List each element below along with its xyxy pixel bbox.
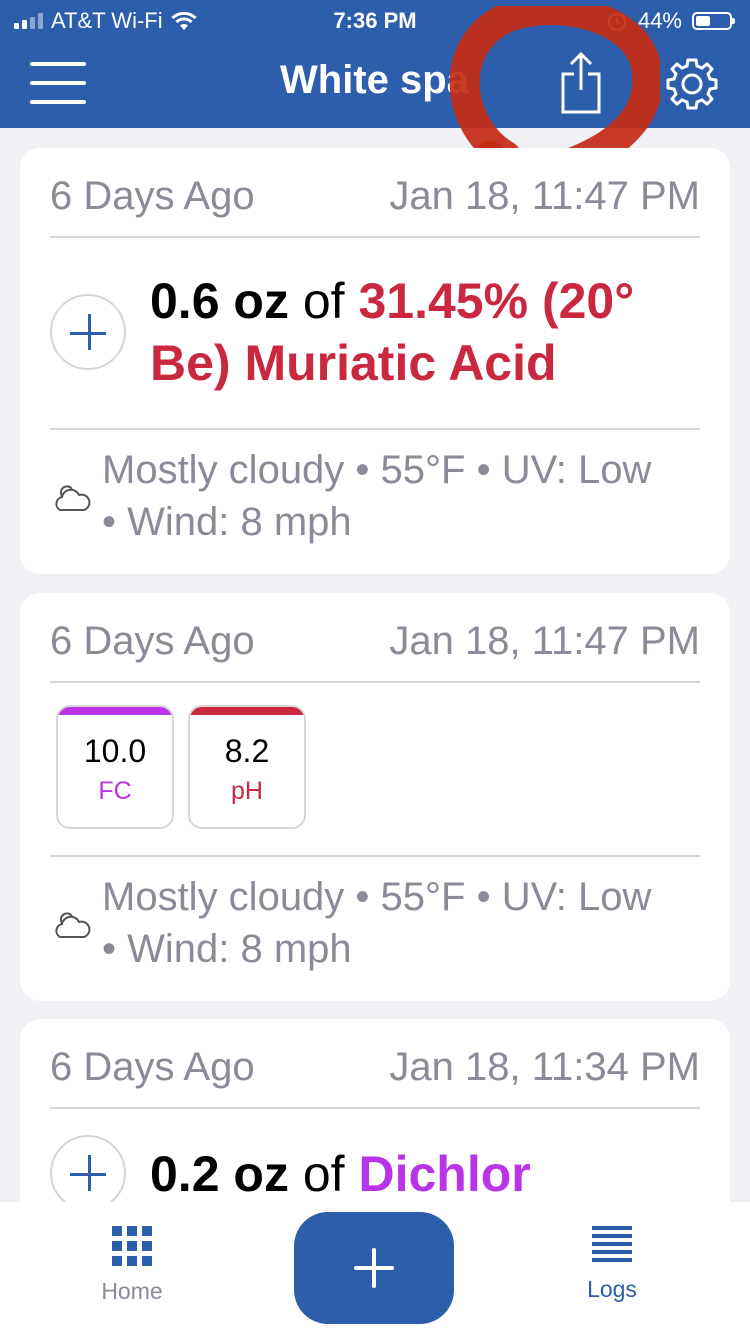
page-title: White spa	[280, 58, 469, 102]
dose-amount: 0.6 oz	[150, 273, 289, 329]
log-card[interactable]: 6 Days Ago Jan 18, 11:47 PM 0.6 oz of 31…	[20, 148, 730, 574]
relative-time: 6 Days Ago	[50, 619, 255, 663]
dose-text: 0.2 oz of Dichlor	[150, 1143, 710, 1205]
weather-text: Mostly cloudy • 55°F • UV: Low • Wind: 8…	[102, 444, 712, 548]
divider	[50, 428, 700, 430]
chemical-name: Dichlor	[358, 1146, 531, 1202]
dose-of: of	[302, 273, 345, 329]
grid-icon	[112, 1226, 152, 1266]
reading-value: 10.0	[83, 733, 147, 769]
status-right: 44%	[606, 8, 735, 34]
log-card[interactable]: 6 Days Ago Jan 18, 11:47 PM 10.0 FC 8.2 …	[20, 593, 730, 1001]
divider	[50, 855, 700, 857]
card-header: 6 Days Ago Jan 18, 11:47 PM	[50, 174, 700, 222]
card-header: 6 Days Ago Jan 18, 11:34 PM	[50, 1045, 700, 1093]
navigation-bar: White spa	[0, 40, 750, 128]
menu-icon[interactable]	[30, 62, 86, 104]
battery-percent: 44%	[637, 8, 682, 33]
reading-label: pH	[231, 777, 263, 805]
reading-tile-fc[interactable]: 10.0 FC	[56, 705, 174, 829]
tab-label: Logs	[587, 1276, 637, 1302]
add-log-button[interactable]	[294, 1212, 454, 1324]
log-date: Jan 18, 11:47 PM	[389, 619, 700, 663]
gear-icon[interactable]	[664, 56, 720, 112]
reading-value: 8.2	[224, 733, 270, 769]
add-icon[interactable]	[50, 294, 126, 370]
alarm-icon	[607, 12, 627, 32]
tab-label: Home	[101, 1278, 163, 1304]
weather-line: Mostly cloudy • 55°F • UV: Low	[102, 448, 652, 492]
dose-amount: 0.2 oz	[150, 1146, 289, 1202]
add-icon[interactable]	[50, 1135, 126, 1211]
divider	[50, 1107, 700, 1109]
battery-icon	[692, 12, 735, 30]
divider	[50, 236, 700, 238]
log-date: Jan 18, 11:47 PM	[389, 174, 700, 218]
card-header: 6 Days Ago Jan 18, 11:47 PM	[50, 619, 700, 667]
weather-line: • Wind: 8 mph	[102, 927, 352, 971]
status-bar: AT&T Wi-Fi 7:36 PM 44%	[0, 0, 750, 40]
reading-color-bar	[190, 707, 304, 715]
dose-text: 0.6 oz of 31.45% (20° Be) Muriatic Acid	[150, 270, 710, 394]
reading-tile-ph[interactable]: 8.2 pH	[188, 705, 306, 829]
weather-text: Mostly cloudy • 55°F • UV: Low • Wind: 8…	[102, 871, 712, 975]
share-icon[interactable]	[558, 52, 604, 114]
weather-line: Mostly cloudy • 55°F • UV: Low	[102, 875, 652, 919]
relative-time: 6 Days Ago	[50, 174, 255, 218]
cloud-icon	[55, 485, 91, 511]
list-icon	[592, 1226, 632, 1262]
tab-logs[interactable]: Logs	[542, 1226, 682, 1303]
top-bar: AT&T Wi-Fi 7:36 PM 44% White spa	[0, 0, 750, 128]
log-date: Jan 18, 11:34 PM	[389, 1045, 700, 1089]
cloud-icon	[55, 912, 91, 938]
tab-home[interactable]: Home	[62, 1226, 202, 1305]
weather-line: • Wind: 8 mph	[102, 500, 352, 544]
divider	[50, 681, 700, 683]
reading-label: FC	[98, 777, 132, 805]
dose-of: of	[302, 1146, 345, 1202]
reading-color-bar	[58, 707, 172, 715]
relative-time: 6 Days Ago	[50, 1045, 255, 1089]
